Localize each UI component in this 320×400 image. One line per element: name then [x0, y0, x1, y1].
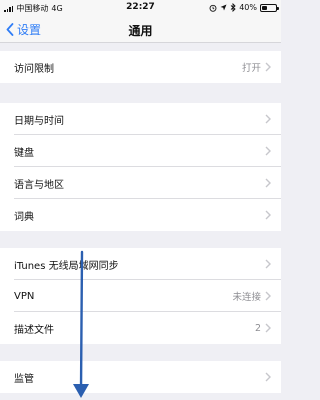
chevron-right-icon — [265, 146, 271, 156]
restrictions-label: 访问限制 — [14, 63, 54, 75]
dictionary-row[interactable]: 词典 — [0, 199, 281, 231]
battery-fill — [262, 5, 268, 10]
navigation-bar: 设置 通用 — [0, 16, 281, 43]
vpn-label: VPN — [14, 290, 35, 302]
supervision-label: 监管 — [14, 373, 34, 385]
date-time-label: 日期与时间 — [14, 115, 64, 127]
dictionary-label: 词典 — [14, 211, 34, 223]
profiles-row[interactable]: 描述文件 2 — [0, 312, 281, 344]
supervision-row[interactable]: 监管 — [0, 361, 281, 393]
chevron-right-icon — [265, 62, 271, 72]
keyboard-row[interactable]: 键盘 — [0, 135, 281, 167]
location-icon — [220, 4, 227, 11]
chevron-right-icon — [265, 291, 271, 301]
profiles-count: 2 — [254, 322, 261, 334]
status-right: 40% — [209, 3, 279, 12]
battery-percent: 40% — [239, 3, 257, 12]
keyboard-label: 键盘 — [14, 147, 34, 159]
language-region-row[interactable]: 语言与地区 — [0, 167, 281, 199]
chevron-right-icon — [265, 372, 271, 382]
alarm-icon — [209, 4, 217, 12]
vpn-status: 未连接 — [232, 292, 261, 303]
profiles-label: 描述文件 — [14, 324, 54, 336]
bluetooth-icon — [230, 3, 236, 12]
chevron-right-icon — [265, 210, 271, 220]
chevron-right-icon — [265, 114, 271, 124]
restrictions-row[interactable]: 访问限制 打开 — [0, 51, 281, 83]
page-title: 通用 — [128, 24, 153, 38]
language-region-label: 语言与地区 — [14, 179, 64, 191]
chevron-right-icon — [265, 178, 271, 188]
itunes-wifi-sync-row[interactable]: iTunes 无线局域网同步 — [0, 248, 281, 280]
battery-icon — [260, 3, 279, 12]
chevron-right-icon — [265, 323, 271, 333]
vpn-row[interactable]: VPN 未连接 — [0, 280, 281, 312]
itunes-wifi-sync-label: iTunes 无线局域网同步 — [14, 260, 119, 272]
status-bar: 中国移动 4G 22:27 40% — [0, 0, 281, 16]
date-time-row[interactable]: 日期与时间 — [0, 103, 281, 135]
restrictions-value: 打开 — [241, 63, 261, 74]
chevron-right-icon — [265, 259, 271, 269]
